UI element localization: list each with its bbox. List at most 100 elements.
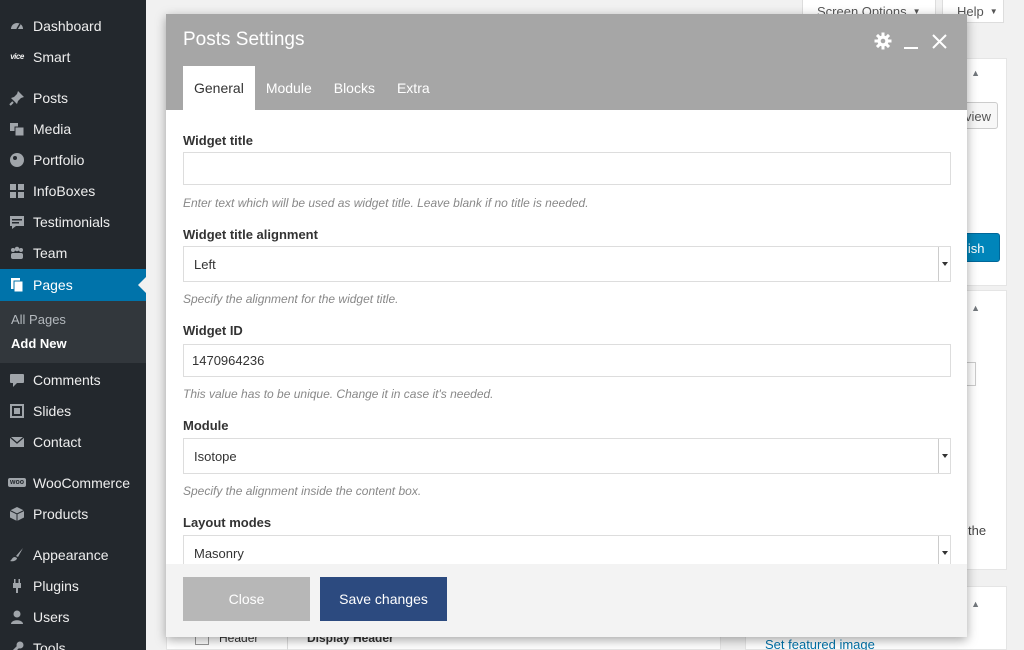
sidebar-item-label: Contact [33,433,82,450]
close-button[interactable]: Close [183,577,310,621]
tab-blocks[interactable]: Blocks [323,66,386,110]
help-text-fragment: the [968,523,987,538]
pages-submenu: All Pages Add New [0,301,146,363]
sidebar-item-label: Slides [33,402,72,419]
module-help: Specify the alignment inside the content… [183,484,422,498]
module-label: Module [183,418,229,433]
widget-title-alignment-label: Widget title alignment [183,227,318,242]
layout-modes-select[interactable]: Masonry [183,535,951,564]
sidebar-item-team[interactable]: Team [0,237,146,268]
sidebar-item-label: Tools [33,639,66,650]
widget-title-help: Enter text which will be used as widget … [183,196,589,210]
sidebar-item-label: Products [33,505,89,522]
sidebar-item-label: Pages [33,277,73,293]
publish-button-label: lish [965,241,985,256]
sidebar-item-label: Plugins [33,577,79,594]
sidebar-item-label: Appearance [33,546,109,563]
portfolio-icon [9,152,25,168]
module-value: Isotope [194,448,237,464]
sidebar-item-label: Posts [33,89,69,106]
gear-icon[interactable] [873,31,893,51]
pin-icon [9,90,25,106]
smart-icon: vice [9,49,25,65]
pages-icon [9,277,25,293]
tab-general[interactable]: General [183,66,255,110]
woocommerce-icon: woo [8,475,26,491]
select-arrow-icon [938,439,950,473]
submenu-add-new[interactable]: Add New [11,336,67,351]
modal-title: Posts Settings [183,29,305,50]
widget-title-alignment-help: Specify the alignment for the widget tit… [183,292,399,306]
set-featured-image-link[interactable]: Set featured image [765,637,875,650]
sidebar-item-comments[interactable]: Comments [0,364,146,395]
sidebar-item-appearance[interactable]: Appearance [0,539,146,570]
sidebar-item-pages[interactable]: Pages [0,269,146,301]
preview-button-label: view [965,109,992,124]
comments-icon [9,372,25,388]
select-arrow-icon [938,536,950,564]
sidebar-item-label: Team [33,244,68,261]
tab-module[interactable]: Module [255,66,323,110]
modal-tabs: General Module Blocks Extra [183,66,441,110]
save-changes-button[interactable]: Save changes [320,577,447,621]
plugins-icon [9,578,25,594]
sidebar-item-dashboard[interactable]: Dashboard [0,10,146,41]
smart-icon-text: vice [10,52,24,61]
sidebar-item-label: Testimonials [33,213,111,230]
close-icon[interactable] [929,31,949,51]
sidebar-item-users[interactable]: Users [0,601,146,632]
sidebar-item-portfolio[interactable]: Portfolio [0,144,146,175]
sidebar-item-media[interactable]: Media [0,113,146,144]
sidebar-item-label: Comments [33,371,101,388]
sidebar-item-testimonials[interactable]: Testimonials [0,206,146,237]
widget-title-label: Widget title [183,133,253,148]
posts-settings-modal: Posts Settings General Module Blocks Ext… [166,14,967,637]
submenu-all-pages[interactable]: All Pages [11,312,66,327]
minimize-icon[interactable] [902,31,920,51]
sidebar-item-contact[interactable]: Contact [0,426,146,457]
sidebar-item-label: Dashboard [33,17,102,34]
sidebar-item-smart[interactable]: vice Smart [0,41,146,72]
sidebar-item-posts[interactable]: Posts [0,82,146,113]
module-select[interactable]: Isotope [183,438,951,474]
products-icon [9,506,25,522]
widget-id-input[interactable] [183,344,951,377]
layout-modes-label: Layout modes [183,515,272,530]
sidebar-item-label: Media [33,120,72,137]
team-icon [9,245,25,261]
toggle-up-icon[interactable]: ▲ [971,68,980,78]
widget-id-label: Widget ID [183,323,243,338]
sidebar-item-infoboxes[interactable]: InfoBoxes [0,175,146,206]
modal-body: Widget title Enter text which will be us… [166,110,967,564]
toggle-up-icon[interactable]: ▲ [971,599,980,609]
layout-modes-value: Masonry [194,545,244,561]
dashboard-icon [9,18,25,34]
sidebar-item-label: Portfolio [33,151,85,168]
widget-title-alignment-select[interactable]: Left [183,246,951,282]
sidebar-item-tools[interactable]: Tools [0,632,146,650]
toggle-up-icon[interactable]: ▲ [971,303,980,313]
sidebar-item-woocommerce[interactable]: woo WooCommerce [0,467,146,498]
media-icon [9,121,25,137]
caret-down-icon: ▼ [989,6,998,16]
sidebar-item-label: Users [33,608,70,625]
widget-id-help: This value has to be unique. Change it i… [183,387,494,401]
widget-title-input[interactable] [183,152,951,185]
tab-extra[interactable]: Extra [386,66,441,110]
sidebar-item-slides[interactable]: Slides [0,395,146,426]
sidebar-item-label: InfoBoxes [33,182,96,199]
users-icon [9,609,25,625]
tools-icon [9,640,25,650]
sidebar-item-products[interactable]: Products [0,498,146,529]
woocommerce-icon-text: woo [8,478,26,487]
sidebar-item-plugins[interactable]: Plugins [0,570,146,601]
mail-icon [9,434,25,450]
slides-icon [9,403,25,419]
widget-title-alignment-value: Left [194,256,216,272]
testimonials-icon [9,214,25,230]
grid-icon [9,183,25,199]
modal-header: Posts Settings General Module Blocks Ext… [166,14,967,110]
appearance-icon [9,547,25,563]
admin-sidebar: Dashboard vice Smart Posts Media Portfol… [0,0,146,650]
modal-footer: Close Save changes [166,564,967,637]
